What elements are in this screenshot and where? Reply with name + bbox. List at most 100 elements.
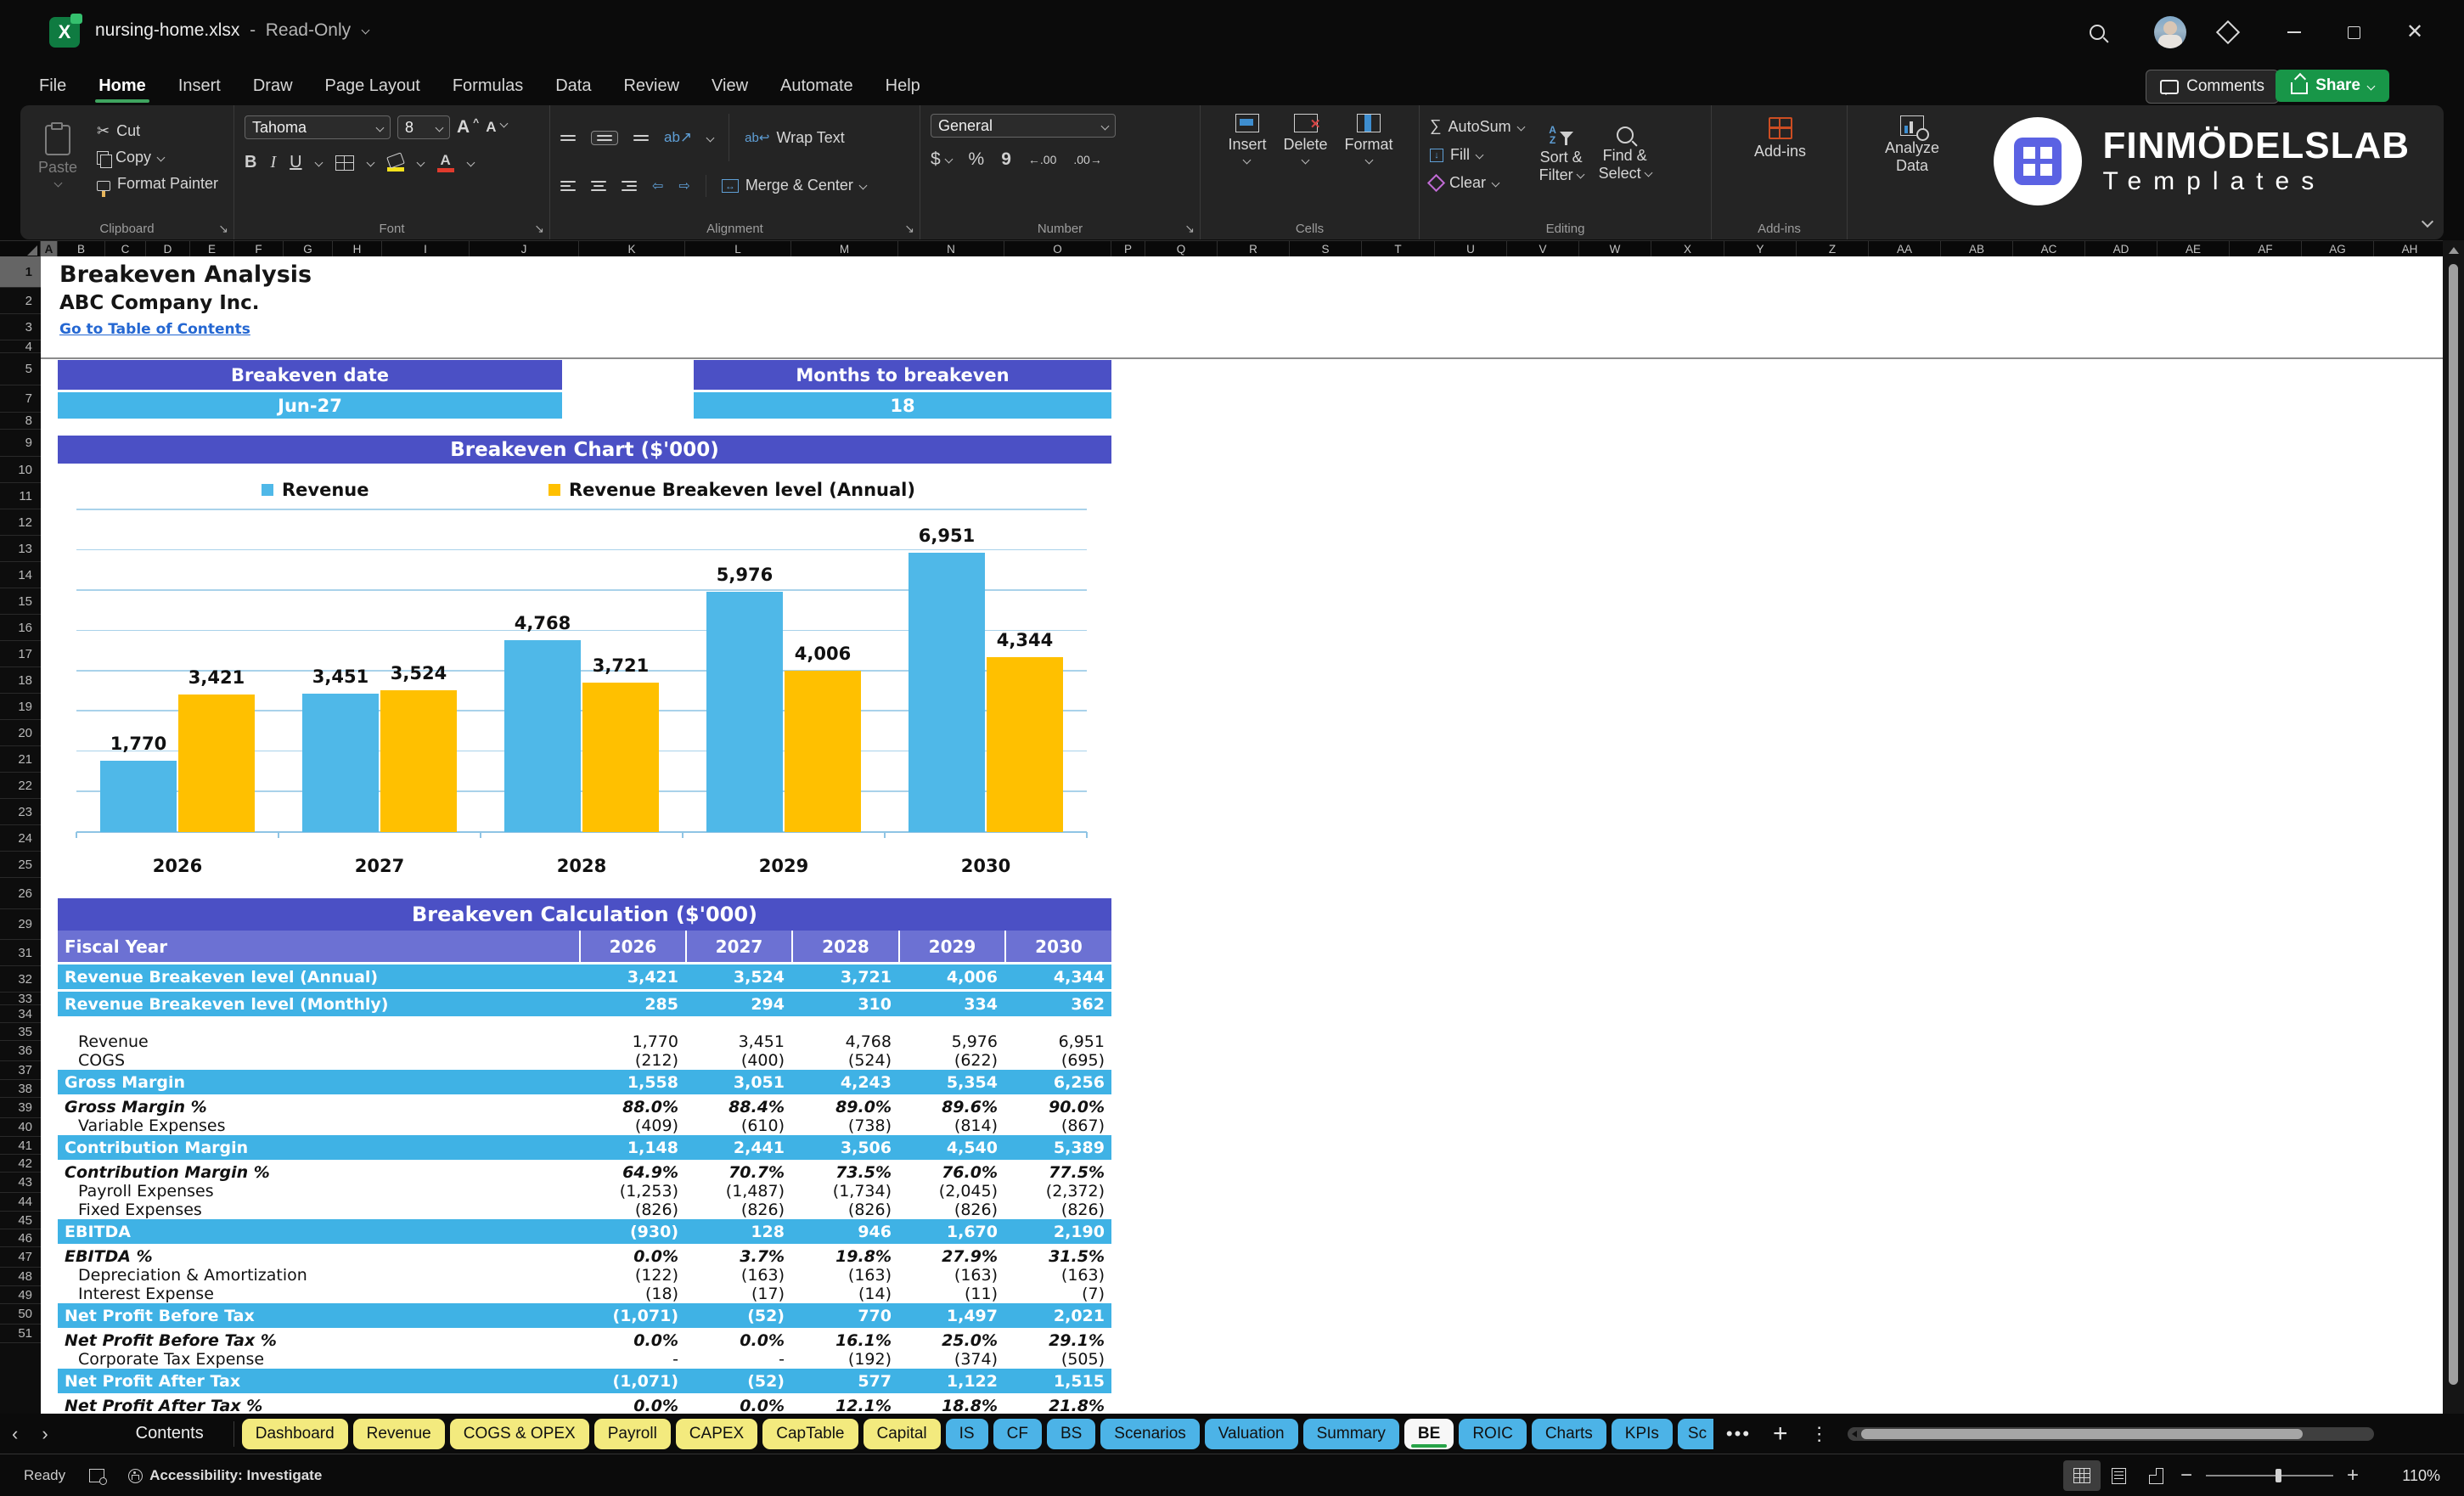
decrease-indent-button[interactable]: ⇦ — [652, 177, 663, 194]
row-header-41[interactable]: 41 — [0, 1137, 41, 1155]
delete-cells-button[interactable]: ✕ Delete — [1283, 114, 1327, 163]
cell-2029[interactable]: (826) — [898, 1201, 1004, 1219]
table-row-revenue-breakeven-level-annual[interactable]: Revenue Breakeven level (Annual)3,4213,5… — [58, 965, 1111, 989]
menu-tab-page-layout[interactable]: Page Layout — [312, 71, 434, 101]
calc-title-band[interactable]: Breakeven Calculation ($'000) — [58, 898, 1111, 931]
row-header-47[interactable]: 47 — [0, 1247, 41, 1268]
column-header-k[interactable]: K — [579, 241, 685, 257]
cell-2026[interactable]: - — [579, 1350, 685, 1369]
cell-2030[interactable]: (695) — [1004, 1051, 1111, 1070]
row-header-19[interactable]: 19 — [0, 694, 41, 720]
menu-tab-file[interactable]: File — [25, 71, 80, 101]
column-header-o[interactable]: O — [1004, 241, 1111, 257]
cell-2030[interactable]: 362 — [1004, 992, 1111, 1016]
row-header-9[interactable]: 9 — [0, 430, 41, 457]
row-header-22[interactable]: 22 — [0, 773, 41, 799]
page-layout-view-button[interactable] — [2101, 1460, 2138, 1491]
chart-title-band[interactable]: Breakeven Chart ($'000) — [58, 436, 1111, 464]
row-header-8[interactable]: 8 — [0, 413, 41, 430]
font-name-select[interactable]: Tahoma — [245, 115, 391, 139]
macro-record-icon[interactable] — [77, 1469, 116, 1482]
cell-2027[interactable]: 3,051 — [685, 1070, 791, 1094]
zoom-out-button[interactable]: − — [2175, 1464, 2197, 1488]
cell-2030[interactable]: (7) — [1004, 1285, 1111, 1303]
cell-2026[interactable]: (18) — [579, 1285, 685, 1303]
table-row-gross-margin[interactable]: Gross Margin %88.0%88.4%89.0%89.6%90.0% — [58, 1097, 1111, 1116]
cell-2027[interactable]: (1,487) — [685, 1182, 791, 1201]
row-header-2[interactable]: 2 — [0, 288, 41, 314]
column-header-h[interactable]: H — [333, 241, 382, 257]
cell-2026[interactable]: 1,148 — [579, 1135, 685, 1160]
cell-2029[interactable]: 334 — [898, 992, 1004, 1016]
menu-tab-draw[interactable]: Draw — [239, 71, 307, 101]
cell-2028[interactable]: 770 — [791, 1303, 898, 1328]
format-cells-button[interactable]: Format — [1345, 114, 1393, 163]
zoom-slider-thumb[interactable] — [2276, 1469, 2281, 1482]
sheet-tab-summary[interactable]: Summary — [1303, 1419, 1399, 1449]
cell-2027[interactable]: (826) — [685, 1201, 791, 1219]
cell-2027[interactable]: (52) — [685, 1369, 791, 1393]
cell-2030[interactable]: 29.1% — [1004, 1330, 1111, 1350]
scroll-left-icon[interactable] — [1852, 1431, 1857, 1437]
cell-2029[interactable]: 4,006 — [898, 965, 1004, 989]
row-header-11[interactable]: 11 — [0, 483, 41, 509]
row-header-49[interactable]: 49 — [0, 1286, 41, 1304]
column-header-u[interactable]: U — [1435, 241, 1507, 257]
column-header-i[interactable]: I — [382, 241, 470, 257]
share-button[interactable]: Share — [2276, 70, 2389, 102]
table-row-cogs[interactable]: COGS(212)(400)(524)(622)(695) — [58, 1051, 1111, 1070]
table-row-ebitda[interactable]: EBITDA(930)1289461,6702,190 — [58, 1219, 1111, 1244]
clipboard-dialog-launcher[interactable]: ↘ — [218, 222, 228, 236]
row-header-26[interactable]: 26 — [0, 878, 41, 909]
cell-2026[interactable]: (212) — [579, 1051, 685, 1070]
row-header-39[interactable]: 39 — [0, 1098, 41, 1118]
align-bottom-button[interactable] — [633, 135, 649, 141]
row-header-17[interactable]: 17 — [0, 641, 41, 667]
cell-2029[interactable]: (11) — [898, 1285, 1004, 1303]
row-header-45[interactable]: 45 — [0, 1212, 41, 1229]
breakeven-chart[interactable]: Revenue Revenue Breakeven level (Annual)… — [58, 464, 1111, 898]
sheet-tab-revenue[interactable]: Revenue — [353, 1419, 445, 1449]
cell-2029[interactable]: (374) — [898, 1350, 1004, 1369]
cell-2027[interactable]: 3.7% — [685, 1246, 791, 1266]
cell-2030[interactable]: (826) — [1004, 1201, 1111, 1219]
sheet-tab-scenarios[interactable]: Scenarios — [1100, 1419, 1200, 1449]
cell-2027[interactable]: (163) — [685, 1266, 791, 1285]
cell-2030[interactable]: 6,951 — [1004, 1032, 1111, 1051]
prev-sheet-icon[interactable]: ‹ — [0, 1423, 30, 1445]
cell-2029[interactable]: 18.8% — [898, 1396, 1004, 1414]
number-format-select[interactable]: General — [931, 114, 1116, 138]
increase-indent-button[interactable]: ⇨ — [678, 177, 689, 194]
column-header-e[interactable]: E — [190, 241, 234, 257]
cell-2027[interactable]: 88.4% — [685, 1097, 791, 1116]
add-sheet-button[interactable]: + — [1761, 1420, 1800, 1448]
sheet-tab-dashboard[interactable]: Dashboard — [242, 1419, 348, 1449]
row-header-21[interactable]: 21 — [0, 746, 41, 773]
row-header-14[interactable]: 14 — [0, 562, 41, 588]
months-to-breakeven-header[interactable]: Months to breakeven — [694, 360, 1111, 390]
months-to-breakeven-value[interactable]: 18 — [694, 392, 1111, 419]
column-header-ac[interactable]: AC — [2013, 241, 2085, 257]
accessibility-status[interactable]: Accessibility: Investigate — [116, 1467, 334, 1484]
row-header-23[interactable]: 23 — [0, 799, 41, 825]
cell-2030[interactable]: (163) — [1004, 1266, 1111, 1285]
row-header-3[interactable]: 3 — [0, 314, 41, 340]
sheet-tab-is[interactable]: IS — [946, 1419, 988, 1449]
paste-button[interactable]: Paste — [31, 114, 85, 196]
cell-2026[interactable]: 3,421 — [579, 965, 685, 989]
wrap-text-button[interactable]: ab↩ Wrap Text — [745, 129, 845, 147]
sheet-options-icon[interactable]: ⋮ — [1800, 1423, 1839, 1445]
row-header-29[interactable]: 29 — [0, 909, 41, 940]
table-row-contribution-margin[interactable]: Contribution Margin %64.9%70.7%73.5%76.0… — [58, 1162, 1111, 1182]
cell-2028[interactable]: 3,721 — [791, 965, 898, 989]
cell-2029[interactable]: 1,670 — [898, 1219, 1004, 1244]
excel-app-icon[interactable]: X — [49, 17, 80, 48]
fill-color-button[interactable] — [387, 155, 404, 172]
table-row-fixed-expenses[interactable]: Fixed Expenses(826)(826)(826)(826)(826) — [58, 1201, 1111, 1219]
row-header-18[interactable]: 18 — [0, 667, 41, 694]
column-header-ad[interactable]: AD — [2085, 241, 2157, 257]
comments-button[interactable]: Comments — [2146, 70, 2279, 104]
cell-2030[interactable]: 6,256 — [1004, 1070, 1111, 1094]
cell-2026[interactable]: 1,558 — [579, 1070, 685, 1094]
sheet-tab-charts[interactable]: Charts — [1532, 1419, 1606, 1449]
